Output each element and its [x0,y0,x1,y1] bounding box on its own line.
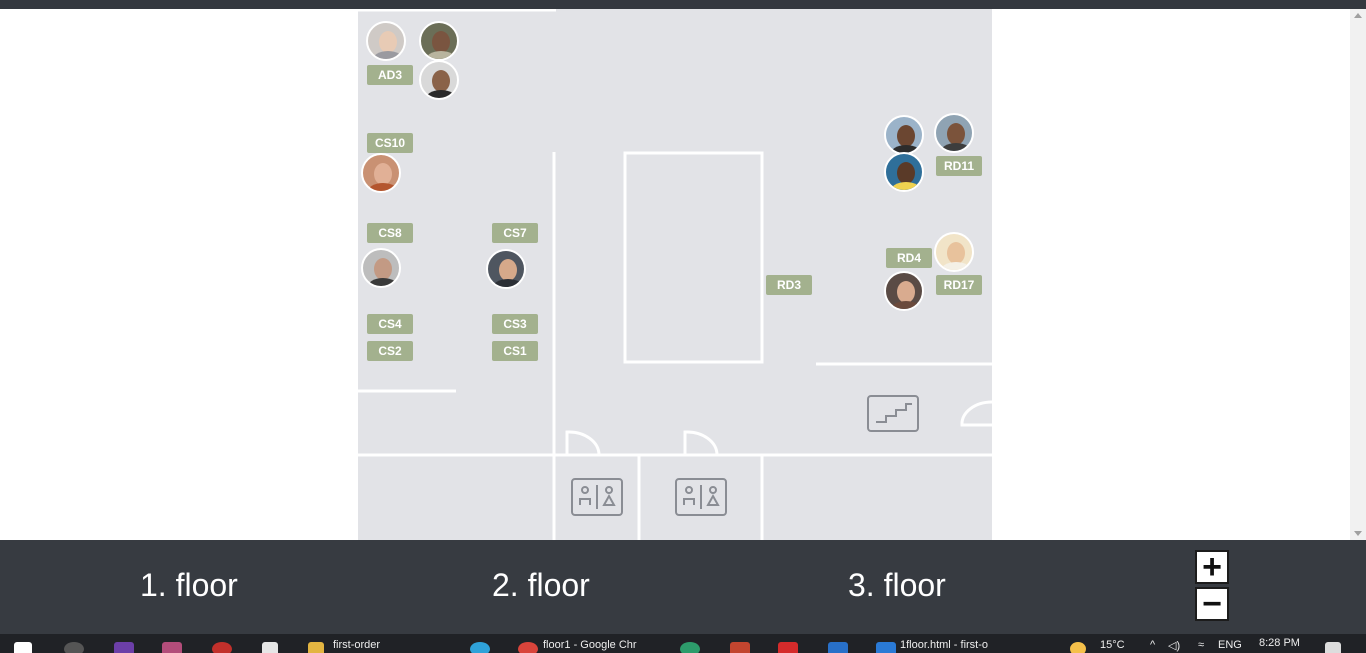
floor-1-button[interactable]: 1. floor [140,540,238,634]
app-icon[interactable] [778,642,798,653]
tray-chevron-icon[interactable]: ^ [1150,639,1155,653]
avatar[interactable] [419,60,459,100]
scroll-up-icon[interactable] [1354,13,1362,18]
ide-icon[interactable] [114,642,134,653]
chrome-icon[interactable] [518,642,538,653]
weather-icon [1070,642,1086,653]
avatar[interactable] [366,21,406,61]
stairs-icon [867,395,919,432]
app-icon[interactable] [730,642,750,653]
avatar[interactable] [361,153,401,193]
search-icon[interactable] [64,642,84,653]
desk-rd3[interactable]: RD3 [766,275,812,303]
zoom-out-button[interactable]: − [1195,587,1229,621]
desk-cs4[interactable]: CS4 [367,306,413,334]
desk-cs1[interactable]: CS1 [492,341,538,369]
browser-top-bar [0,0,1366,9]
zoom-in-button[interactable]: + [1195,550,1229,584]
desk-rd4[interactable]: RD4 [886,240,932,268]
avatar[interactable] [884,115,924,155]
app-icon[interactable] [162,642,182,653]
floor-3-button[interactable]: 3. floor [848,540,946,634]
desk-cs2[interactable]: CS2 [367,341,413,369]
page-viewport: AD3 CS10 CS8 CS7 CS4 CS2 CS3 CS1 RD3 RD1… [0,9,1350,540]
desk-cs8[interactable]: CS8 [367,215,413,243]
volume-icon[interactable]: ◁) [1168,639,1180,653]
avatar[interactable] [486,249,526,289]
folder-icon[interactable] [308,642,324,653]
avatar[interactable] [419,21,459,61]
record-icon[interactable] [212,642,232,653]
taskbar-item-folder[interactable]: first-order [333,639,380,653]
desk-rd11[interactable]: RD11 [936,156,982,184]
edge-icon[interactable] [470,642,490,653]
restroom-icon-1 [571,478,623,516]
avatar[interactable] [884,152,924,192]
avatar[interactable] [934,232,974,272]
desk-rd17[interactable]: RD17 [936,275,982,303]
windows-start-icon[interactable] [14,642,32,653]
clock-time[interactable]: 8:28 PM [1259,637,1300,651]
file-icon[interactable] [262,642,278,653]
avatar[interactable] [361,248,401,288]
weather-temp: 15°C [1100,639,1125,651]
floor-plan: AD3 CS10 CS8 CS7 CS4 CS2 CS3 CS1 RD3 RD1… [358,9,992,540]
floor-selector-bar: 1. floor 2. floor 3. floor + − [0,540,1366,634]
windows-taskbar: first-order floor1 - Google Chr 1floor.h… [0,634,1366,653]
app-icon[interactable] [680,642,700,653]
taskbar-item-chrome[interactable]: floor1 - Google Chr [543,639,637,653]
desk-cs10[interactable]: CS10 [367,125,413,153]
vertical-scrollbar[interactable] [1350,9,1366,540]
avatar[interactable] [934,113,974,153]
wifi-icon[interactable]: ≈ [1198,639,1204,653]
scroll-down-icon[interactable] [1354,531,1362,536]
language-indicator[interactable]: ENG [1218,639,1242,653]
restroom-icon-2 [675,478,727,516]
desk-cs3[interactable]: CS3 [492,306,538,334]
notification-icon[interactable] [1325,642,1341,653]
vscode-icon[interactable] [876,642,896,653]
app-icon[interactable] [828,642,848,653]
desk-ad3[interactable]: AD3 [367,65,413,93]
desk-cs7[interactable]: CS7 [492,215,538,243]
floor-2-button[interactable]: 2. floor [492,540,590,634]
avatar[interactable] [884,271,924,311]
taskbar-item-vscode[interactable]: 1floor.html - first-o [900,639,988,653]
